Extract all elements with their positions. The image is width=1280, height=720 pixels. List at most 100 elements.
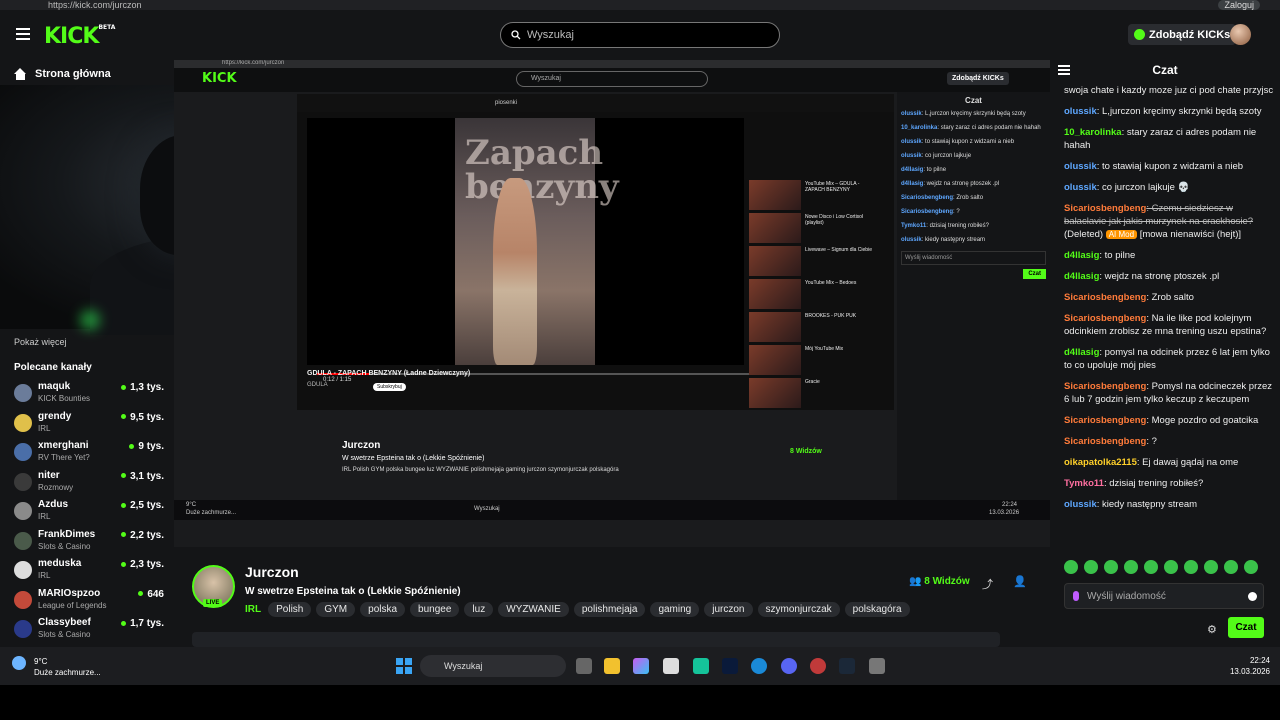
channel-name: Azdus bbox=[38, 499, 68, 510]
channel-avatar bbox=[14, 443, 32, 461]
chat-message: 10_karolinka: stary zaraz ci adres podam… bbox=[1064, 127, 1257, 151]
stream-tag[interactable]: WYZWANIE bbox=[498, 602, 569, 617]
chat-input[interactable] bbox=[1087, 590, 1227, 602]
send-chat-button[interactable]: Czat bbox=[1228, 617, 1264, 638]
emote-icon[interactable] bbox=[1244, 560, 1258, 574]
weather-icon bbox=[12, 656, 26, 670]
stream-tag[interactable]: luz bbox=[464, 602, 494, 617]
chat-username[interactable]: 10_karolinka bbox=[1064, 127, 1122, 138]
emote-icon[interactable] bbox=[1224, 560, 1238, 574]
login-button[interactable]: Zaloguj bbox=[1218, 0, 1260, 10]
chat-username[interactable]: olussik bbox=[1064, 106, 1097, 117]
chat-username[interactable]: olussik bbox=[1064, 161, 1097, 172]
app-icon[interactable] bbox=[693, 658, 709, 674]
chat-username[interactable]: Sicariosbengbeng bbox=[1064, 203, 1146, 214]
stream-tag[interactable]: gaming bbox=[650, 602, 700, 617]
chat-username[interactable]: olussik bbox=[1064, 499, 1097, 510]
chat-username[interactable]: Sicariosbengbeng bbox=[1064, 292, 1146, 303]
chat-messages: swoja chate i kazdy moze juz ci pod chat… bbox=[1064, 84, 1274, 519]
emote-icon[interactable] bbox=[1164, 560, 1178, 574]
photoshop-icon[interactable] bbox=[722, 658, 738, 674]
user-avatar[interactable] bbox=[1230, 24, 1251, 45]
chat-input-box[interactable] bbox=[1064, 583, 1264, 609]
taskbar-search[interactable]: Wyszukaj bbox=[420, 655, 566, 677]
emote-icon[interactable] bbox=[1144, 560, 1158, 574]
channel-category: Slots & Casino bbox=[38, 630, 91, 639]
stream-tag[interactable]: GYM bbox=[316, 602, 356, 617]
kick-logo[interactable]: KICKBETA bbox=[44, 24, 115, 49]
emote-icon[interactable] bbox=[1184, 560, 1198, 574]
menu-icon[interactable] bbox=[16, 28, 30, 40]
inner-chat-message: olussik: to stawiaj kupon z widzami a ni… bbox=[901, 139, 1015, 145]
ai-mod-badge: AI Mod bbox=[1105, 230, 1138, 239]
sidebar-channel[interactable]: maquk KICK Bounties 1,3 tys. bbox=[14, 381, 164, 409]
recommended-channels-heading: Polecane kanały bbox=[14, 362, 92, 373]
stream-tag[interactable]: bungee bbox=[410, 602, 460, 617]
sidebar-channel[interactable]: niter Rozmowy 3,1 tys. bbox=[14, 470, 164, 498]
get-kicks-button[interactable]: Zdobądź KICKs bbox=[1128, 24, 1237, 45]
show-more-link[interactable]: Pokaż więcej bbox=[14, 337, 67, 347]
sidebar-channel[interactable]: FrankDimes Slots & Casino 2,2 tys. bbox=[14, 529, 164, 557]
file-explorer-icon[interactable] bbox=[604, 658, 620, 674]
category-link[interactable]: IRL bbox=[245, 604, 261, 615]
search-bar[interactable] bbox=[500, 22, 780, 48]
chat-username[interactable]: d4llasig bbox=[1064, 250, 1099, 261]
stream-tag[interactable]: Polish bbox=[268, 602, 312, 617]
chat-username[interactable]: olussik bbox=[1064, 182, 1097, 193]
streamer-name[interactable]: Jurczon bbox=[245, 564, 299, 580]
sidebar-channel[interactable]: xmerghani RV There Yet? 9 tys. bbox=[14, 440, 164, 468]
system-clock[interactable]: 22:24 13.03.2026 bbox=[1215, 655, 1270, 677]
sidebar-channel[interactable]: meduska IRL 2,3 tys. bbox=[14, 558, 164, 586]
emoji-icon[interactable] bbox=[1248, 591, 1257, 601]
gear-icon[interactable]: ⚙ bbox=[1207, 623, 1217, 636]
sidebar-channel[interactable]: Classybeef Slots & Casino 1,7 tys. bbox=[14, 617, 164, 645]
chat-username[interactable]: Sicariosbengbeng bbox=[1064, 436, 1146, 447]
stream-tag[interactable]: polishmejaja bbox=[573, 602, 646, 617]
sidebar-item-home[interactable]: Strona główna bbox=[14, 68, 111, 80]
emote-icon[interactable] bbox=[1084, 560, 1098, 574]
stream-tag[interactable]: polskagóra bbox=[844, 602, 910, 617]
store-icon[interactable] bbox=[663, 658, 679, 674]
channel-category: RV There Yet? bbox=[38, 453, 90, 462]
sidebar-channel[interactable]: grendy IRL 9,5 tys. bbox=[14, 411, 164, 439]
calculator-icon[interactable] bbox=[869, 658, 885, 674]
emote-bar bbox=[1064, 560, 1258, 574]
search-input[interactable] bbox=[527, 29, 757, 41]
emote-icon[interactable] bbox=[1204, 560, 1218, 574]
edge-icon[interactable] bbox=[751, 658, 767, 674]
chat-username[interactable]: Sicariosbengbeng bbox=[1064, 381, 1146, 392]
chat-username[interactable]: d4llasig bbox=[1064, 347, 1099, 358]
sidebar-channel[interactable]: MARIOspzoo League of Legends 646 bbox=[14, 588, 164, 616]
chat-username[interactable]: oikapatolka2115 bbox=[1064, 457, 1137, 468]
task-view-icon[interactable] bbox=[576, 658, 592, 674]
chat-message: olussik: L,jurczon kręcimy skrzynki będą… bbox=[1064, 106, 1262, 117]
sidebar-channel[interactable]: Azdus IRL 2,5 tys. bbox=[14, 499, 164, 527]
chat-username[interactable]: Sicariosbengbeng bbox=[1064, 415, 1146, 426]
stream-tag[interactable]: jurczon bbox=[704, 602, 753, 617]
windows-taskbar: 9°C Duże zachmurze... Wyszukaj 22:24 13.… bbox=[0, 647, 1280, 685]
copilot-icon[interactable] bbox=[633, 658, 649, 674]
stream-tag[interactable]: polska bbox=[360, 602, 406, 617]
channel-category: IRL bbox=[38, 571, 51, 580]
share-icon[interactable]: ⤴ bbox=[982, 576, 993, 592]
emote-icon[interactable] bbox=[1104, 560, 1118, 574]
stream-tag[interactable]: szymonjurczak bbox=[757, 602, 840, 617]
inner-chat-message: d4llasig: to pilne bbox=[901, 167, 947, 173]
channel-avatar bbox=[14, 590, 32, 609]
chat-username[interactable]: Tymko11 bbox=[1064, 478, 1104, 489]
steam-icon[interactable] bbox=[839, 658, 855, 674]
emote-icon[interactable] bbox=[1124, 560, 1138, 574]
discord-icon[interactable] bbox=[781, 658, 797, 674]
video-player[interactable]: https://kick.com/jurczon KICK Wyszukaj Z… bbox=[174, 60, 1050, 547]
follow-icon[interactable]: 👤 bbox=[1013, 575, 1027, 588]
address-bar[interactable]: https://kick.com/jurczon bbox=[48, 0, 142, 10]
app-icon-red[interactable] bbox=[810, 658, 826, 674]
chat-username[interactable]: d4llasig bbox=[1064, 271, 1099, 282]
emote-icon[interactable] bbox=[1064, 560, 1078, 574]
windows-start-icon[interactable] bbox=[396, 658, 412, 674]
microphone-icon[interactable] bbox=[1073, 591, 1079, 601]
chat-username[interactable]: Sicariosbengbeng bbox=[1064, 313, 1146, 324]
about-panel bbox=[192, 632, 1000, 647]
channel-category: KICK Bounties bbox=[38, 394, 91, 403]
channel-avatar bbox=[14, 384, 32, 402]
